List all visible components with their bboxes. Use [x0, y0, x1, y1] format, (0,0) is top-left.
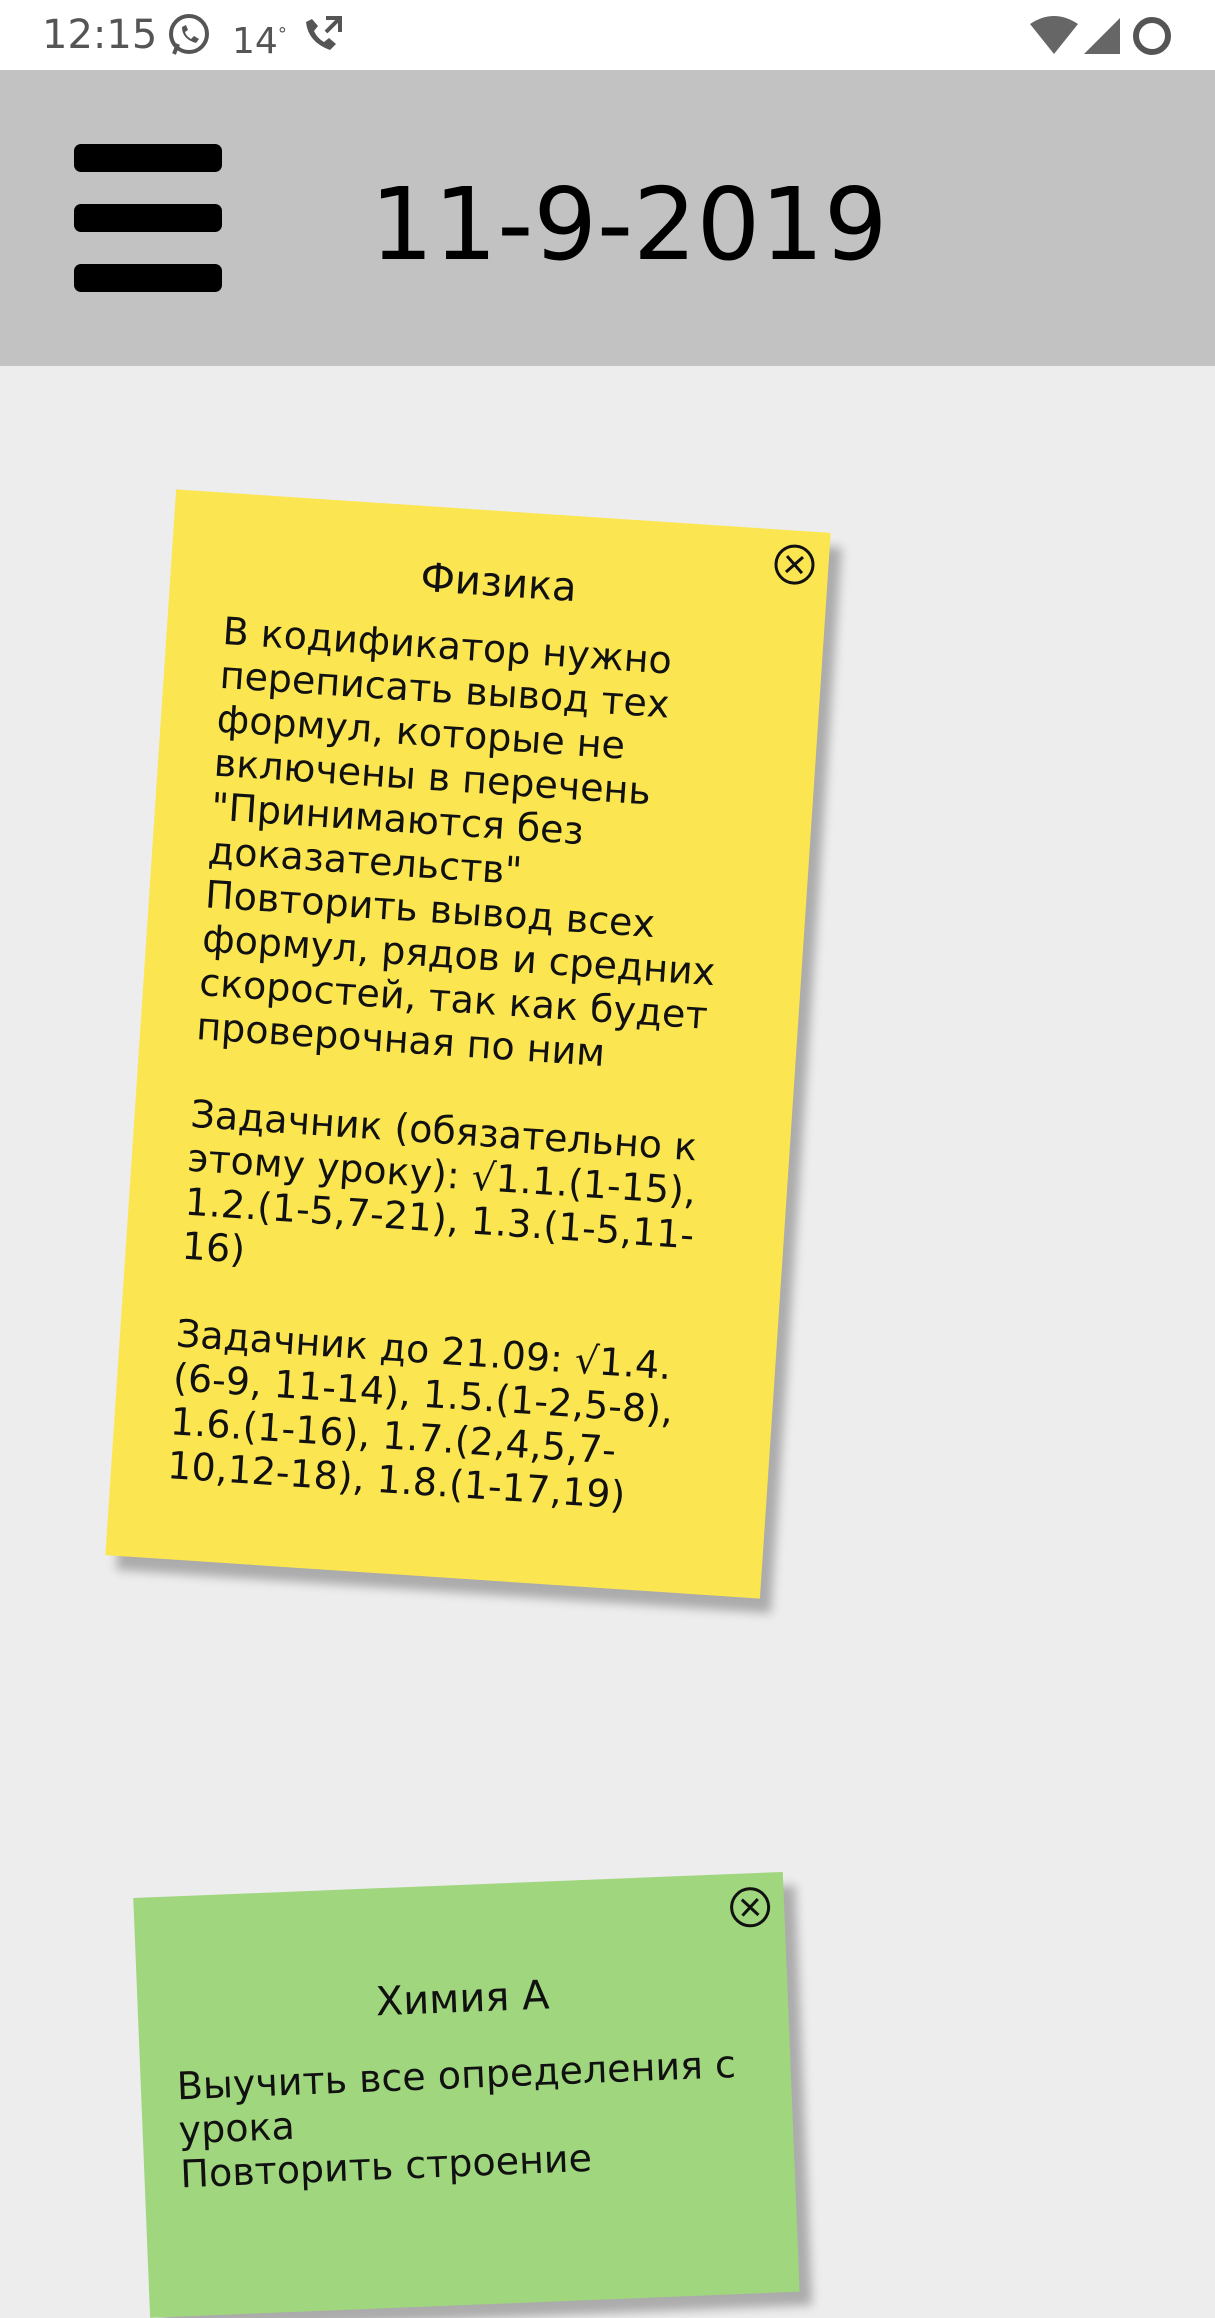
hamburger-menu-icon[interactable]: [74, 144, 222, 294]
missed-call-icon: [300, 12, 346, 62]
temperature-value: 14: [232, 21, 278, 62]
note-body: В кодификатор нужно переписать вывод тех…: [165, 608, 729, 1518]
page-title: 11-9-2019: [370, 166, 888, 283]
note-card-chemistry[interactable]: Химия А Выучить все определения с урока …: [133, 1871, 800, 2318]
app-bar: 11-9-2019: [0, 70, 1215, 366]
note-card-physics[interactable]: Физика В кодификатор нужно переписать вы…: [105, 489, 831, 1599]
note-body: Выучить все определения с урока Повторит…: [175, 2041, 749, 2197]
whatsapp-icon: [166, 12, 212, 62]
menu-bar-middle: [74, 204, 222, 232]
menu-bar-top: [74, 144, 222, 172]
status-time: 12:15: [42, 12, 158, 58]
temperature-unit: °: [277, 24, 287, 45]
note-title: Химия А: [374, 1972, 551, 2026]
wifi-icon: [1030, 16, 1078, 60]
battery-icon: [1130, 14, 1174, 62]
status-bar: 12:15 14°: [0, 0, 1215, 70]
close-circle-icon[interactable]: [729, 1886, 771, 1929]
signal-icon: [1082, 16, 1122, 60]
status-temperature: 14°: [232, 12, 287, 65]
menu-bar-bottom: [74, 264, 222, 292]
